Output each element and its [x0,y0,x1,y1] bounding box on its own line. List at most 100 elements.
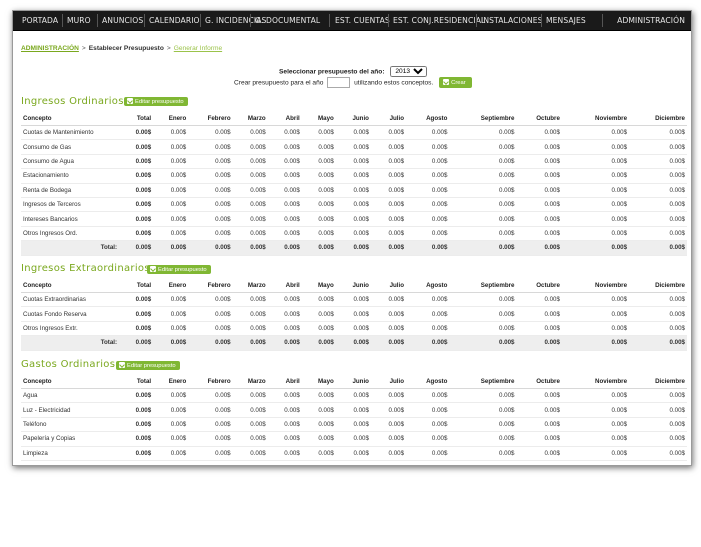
amount-cell: 0.00$ [301,292,336,308]
nav-divider [97,14,98,27]
amount-cell: 0.00$ [335,183,371,198]
amount-cell: 0.00$ [188,139,233,155]
nav-item-portada[interactable]: PORTADA [22,11,58,30]
table-row: Consumo de Gas 0.00$ 0.00$ 0.00$ 0.00$ 0.00$ 0… [21,139,687,155]
column-header: Julio [370,112,407,126]
amount-cell: 0.00$ [232,226,268,242]
year-selector: Seleccionar presupuesto del año: 2013 [279,66,428,77]
amount-cell: 0.00$ [301,211,336,227]
amount-cell: 0.00$ [370,211,407,227]
total-amount-cell: 0.00$ [335,240,371,256]
amount-cell: 0.00$ [188,446,233,461]
breadcrumb-separator: > [166,45,171,52]
amount-cell: 0.00$ [267,321,302,337]
table-header-row: Concepto Total Enero Febrero Marzo Abril Mayo J… [21,375,687,389]
amount-cell: 0.00$ [449,446,517,461]
amount-cell: 0.00$ [629,154,687,170]
nav-item-administracion[interactable]: ADMINISTRACIÓN [617,11,685,30]
nav-item-instalaciones[interactable]: INSTALACIONES [481,11,543,30]
amount-cell: 0.00$ [188,226,233,242]
breadcrumb-admin-link[interactable]: ADMINISTRACIÓN [21,45,79,52]
nav-item-est-conj-residencial[interactable]: EST. CONJ.RESIDENCIAL [393,11,485,30]
create-button[interactable]: Crear [439,77,472,88]
app-window: PORTADA MURO ANUNCIOS CALENDARIO G. INCIDENC… [12,10,692,466]
nav-item-g-documental[interactable]: G. DOCUMENTAL [255,11,320,30]
amount-cell: 0.00$ [267,402,302,418]
nav-divider [476,14,477,27]
amount-cell: 0.00$ [370,125,407,141]
column-header: Total [119,279,154,293]
section-title: Gastos Ordinarios [21,359,116,370]
table-row: Agua 0.00$ 0.00$ 0.00$ 0.00$ 0.00$ 0.00$ 0.00$ 0… [21,388,687,404]
amount-cell: 0.00$ [370,431,407,447]
amount-cell: 0.00$ [370,417,407,433]
amount-cell: 0.00$ [232,321,268,337]
column-header: Septiembre [449,279,517,293]
total-amount-cell: 0.00$ [188,240,233,256]
amount-cell: 0.00$ [301,197,336,213]
nav-item-calendario[interactable]: CALENDARIO [149,11,200,30]
row-total-cell: 0.00$ [119,417,154,433]
column-header: Octubre [516,112,562,126]
amount-cell: 0.00$ [153,292,189,308]
nav-item-est-cuentas[interactable]: EST. CUENTAS [335,11,390,30]
amount-cell: 0.00$ [629,431,687,447]
column-header: Junio [335,112,371,126]
edit-budget-button[interactable]: Editar presupuesto [116,361,180,370]
amount-cell: 0.00$ [516,292,562,308]
amount-cell: 0.00$ [449,183,517,198]
amount-cell: 0.00$ [232,154,268,170]
amount-cell: 0.00$ [516,154,562,170]
amount-cell: 0.00$ [449,211,517,227]
amount-cell: 0.00$ [335,446,371,461]
amount-cell: 0.00$ [153,431,189,447]
amount-cell: 0.00$ [301,183,336,198]
amount-cell: 0.00$ [516,321,562,337]
amount-cell: 0.00$ [188,417,233,433]
amount-cell: 0.00$ [370,154,407,170]
amount-cell: 0.00$ [561,306,630,322]
amount-cell: 0.00$ [267,446,302,461]
amount-cell: 0.00$ [335,211,371,227]
amount-cell: 0.00$ [335,431,371,447]
amount-cell: 0.00$ [232,197,268,213]
year-select[interactable]: 2013 [390,66,428,77]
total-amount-cell: 0.00$ [335,335,371,351]
amount-cell: 0.00$ [188,402,233,418]
document-icon [443,79,450,85]
amount-cell: 0.00$ [335,417,371,433]
row-total-cell: 0.00$ [119,321,154,337]
amount-cell: 0.00$ [406,402,450,418]
amount-cell: 0.00$ [406,226,450,242]
edit-icon [119,362,125,368]
edit-budget-button[interactable]: Editar presupuesto [147,265,211,274]
amount-cell: 0.00$ [335,321,371,337]
amount-cell: 0.00$ [188,292,233,308]
column-header: Marzo [232,112,268,126]
amount-cell: 0.00$ [370,292,407,308]
nav-item-anuncios[interactable]: ANUNCIOS [102,11,143,30]
edit-budget-button[interactable]: Editar presupuesto [124,97,188,106]
generate-report-link[interactable]: Generar Informe [174,45,222,52]
nav-item-muro[interactable]: MURO [67,11,91,30]
total-amount-cell: 0.00$ [629,240,687,256]
row-total-cell: 0.00$ [119,402,154,418]
amount-cell: 0.00$ [153,211,189,227]
amount-cell: 0.00$ [188,183,233,198]
amount-cell: 0.00$ [406,321,450,337]
column-header: Septiembre [449,375,517,389]
total-amount-cell: 0.00$ [561,240,630,256]
amount-cell: 0.00$ [516,388,562,404]
total-amount-cell: 0.00$ [188,335,233,351]
total-amount-cell: 0.00$ [449,240,517,256]
amount-cell: 0.00$ [629,183,687,198]
nav-item-mensajes[interactable]: MENSAJES [546,11,586,30]
column-header: Agosto [406,279,450,293]
column-header: Total [119,112,154,126]
total-amount-cell: 0.00$ [153,240,189,256]
total-row: Total: 0.00$ 0.00$ 0.00$ 0.00$ 0.00$ 0.00$ 0.00… [21,240,687,256]
amount-cell: 0.00$ [267,306,302,322]
create-year-input[interactable] [327,77,351,88]
amount-cell: 0.00$ [561,402,630,418]
nav-divider [388,14,389,27]
